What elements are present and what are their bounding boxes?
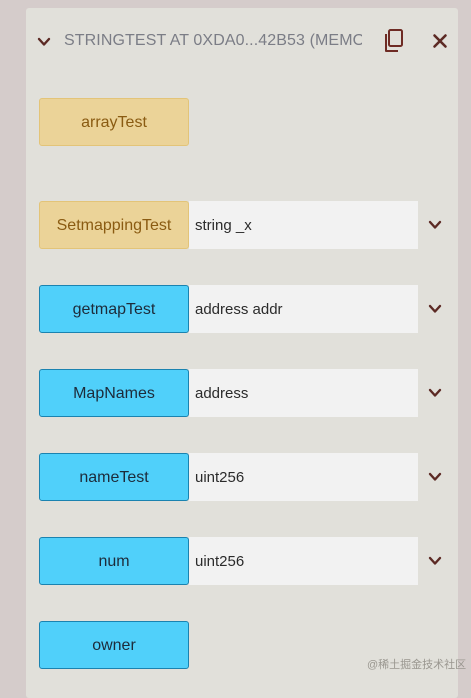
chevron-down-icon[interactable] bbox=[427, 217, 443, 233]
chevron-down-icon[interactable] bbox=[427, 385, 443, 401]
chevron-down-icon[interactable] bbox=[36, 34, 52, 50]
contract-panel: STRINGTEST AT 0XDA0...42B53 (MEMORY) arr… bbox=[26, 8, 458, 698]
contract-title: STRINGTEST AT 0XDA0...42B53 (MEMORY) bbox=[64, 32, 362, 49]
nameTest-input[interactable] bbox=[189, 453, 418, 501]
contract-header: STRINGTEST AT 0XDA0...42B53 (MEMORY) bbox=[26, 8, 458, 74]
SetmappingTest-input[interactable] bbox=[189, 201, 418, 249]
close-icon[interactable] bbox=[432, 33, 448, 49]
getmapTest-button[interactable]: getmapTest bbox=[39, 285, 189, 333]
MapNames-button[interactable]: MapNames bbox=[39, 369, 189, 417]
num-input[interactable] bbox=[189, 537, 418, 585]
nameTest-button[interactable]: nameTest bbox=[39, 453, 189, 501]
chevron-down-icon[interactable] bbox=[427, 469, 443, 485]
owner-button[interactable]: owner bbox=[39, 621, 189, 669]
clipboard-copy-icon[interactable] bbox=[382, 28, 406, 54]
getmapTest-input[interactable] bbox=[189, 285, 418, 333]
chevron-down-icon[interactable] bbox=[427, 301, 443, 317]
chevron-down-icon[interactable] bbox=[427, 553, 443, 569]
SetmappingTest-button[interactable]: SetmappingTest bbox=[39, 201, 189, 249]
watermark: @稀土掘金技术社区 bbox=[367, 659, 467, 671]
MapNames-input[interactable] bbox=[189, 369, 418, 417]
arrayTest-button[interactable]: arrayTest bbox=[39, 98, 189, 146]
num-button[interactable]: num bbox=[39, 537, 189, 585]
